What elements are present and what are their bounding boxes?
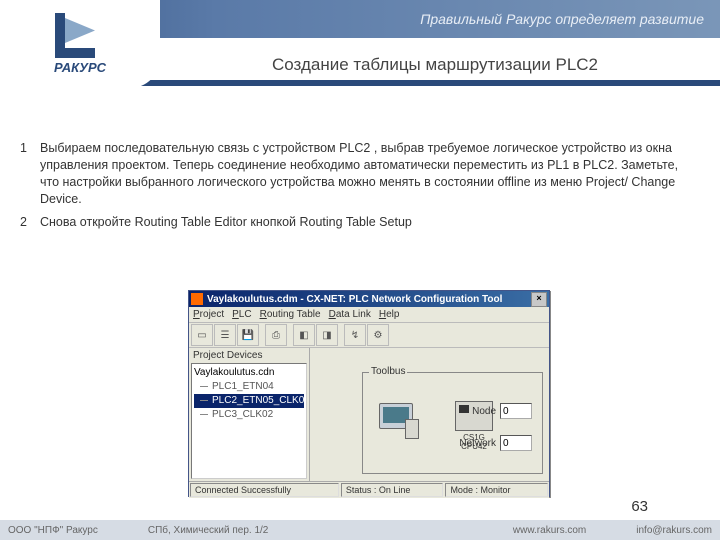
tool-net-icon[interactable]: ◨ (316, 324, 338, 346)
toolbar: ▭ ☰ 💾 ⎙ ◧ ◨ ↯ ⚙ (189, 323, 549, 348)
tree-root[interactable]: Vaylakoulutus.cdn (194, 366, 304, 380)
menu-plc[interactable]: PLC (232, 309, 251, 320)
node-input[interactable] (500, 403, 532, 419)
network-label: Network (459, 438, 496, 449)
node-label: Node (472, 406, 496, 417)
tree-item[interactable]: PLC3_CLK02 (194, 408, 304, 422)
page-title: Создание таблицы маршрутизации PLC2 (170, 55, 700, 75)
cxnet-window: Vaylakoulutus.cdm - CX-NET: PLC Network … (188, 290, 550, 497)
tool-save-icon[interactable]: 💾 (237, 324, 259, 346)
footer-url: www.rakurs.com (513, 525, 586, 536)
menu-data-link[interactable]: Data Link (329, 309, 371, 320)
step-num: 1 (20, 140, 40, 208)
step-num: 2 (20, 214, 40, 231)
status-conn: Connected Successfully (190, 483, 339, 497)
tagline: Правильный Ракурс определяет развитие (420, 11, 704, 27)
status-mode: Mode : Monitor (445, 483, 548, 497)
project-panel: Project Devices Vaylakoulutus.cdn PLC1_E… (189, 348, 310, 481)
tool-open-icon[interactable]: ☰ (214, 324, 236, 346)
app-icon (191, 293, 203, 305)
window-title: Vaylakoulutus.cdm - CX-NET: PLC Network … (207, 294, 531, 305)
diagram-panel: Toolbus CS1G CPU42 Node Network (310, 348, 549, 481)
network-input[interactable] (500, 435, 532, 451)
statusbar: Connected Successfully Status : On Line … (189, 481, 549, 498)
page-number: 63 (631, 498, 648, 515)
content: 1 Выбираем последовательную связь с устр… (20, 140, 690, 236)
menu-routing-table[interactable]: Routing Table (260, 309, 321, 320)
menu-project[interactable]: Project (193, 309, 224, 320)
step-text: Выбираем последовательную связь с устрой… (40, 140, 690, 208)
tree-item[interactable]: PLC1_ETN04 (194, 380, 304, 394)
toolbus-box: Toolbus CS1G CPU42 Node Network (362, 372, 543, 474)
tool-new-icon[interactable]: ▭ (191, 324, 213, 346)
tree-item-selected[interactable]: PLC2_ETN05_CLK01 (194, 394, 304, 408)
footer-email: info@rakurs.com (636, 525, 712, 536)
tool-connect-icon[interactable]: ↯ (344, 324, 366, 346)
menubar[interactable]: Project PLC Routing Table Data Link Help (189, 307, 549, 323)
logo-mark (55, 13, 105, 58)
status-online: Status : On Line (341, 483, 444, 497)
toolbus-label: Toolbus (369, 366, 407, 377)
footer-address: СПб, Химический пер. 1/2 (148, 525, 269, 536)
pc-icon[interactable] (379, 403, 417, 439)
footer-company: ООО "НПФ" Ракурс (8, 525, 98, 536)
panel-label: Project Devices (189, 348, 309, 363)
titlebar[interactable]: Vaylakoulutus.cdm - CX-NET: PLC Network … (189, 291, 549, 307)
step-text: Снова откройте Routing Table Editor кноп… (40, 214, 690, 231)
node-field: Node (472, 403, 532, 419)
tool-plc-icon[interactable]: ⎙ (265, 324, 287, 346)
tool-setup-icon[interactable]: ⚙ (367, 324, 389, 346)
close-icon[interactable]: × (531, 292, 547, 307)
network-field: Network (459, 435, 532, 451)
tool-route-icon[interactable]: ◧ (293, 324, 315, 346)
menu-help[interactable]: Help (379, 309, 400, 320)
footer: ООО "НПФ" Ракурс СПб, Химический пер. 1/… (0, 520, 720, 540)
device-tree[interactable]: Vaylakoulutus.cdn PLC1_ETN04 PLC2_ETN05_… (191, 363, 307, 479)
logo: РАКУРС (0, 0, 160, 88)
logo-text: РАКУРС (54, 60, 106, 75)
